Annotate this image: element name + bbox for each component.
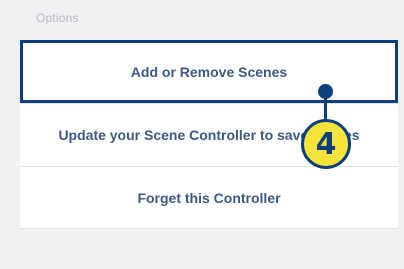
add-or-remove-scenes-button[interactable]: Add or Remove Scenes — [20, 40, 398, 103]
callout-number-badge: 4 — [301, 119, 351, 169]
forget-controller-button[interactable]: Forget this Controller — [20, 166, 398, 229]
callout-pointer-dot — [318, 84, 333, 99]
options-section-header: Options — [36, 11, 79, 25]
